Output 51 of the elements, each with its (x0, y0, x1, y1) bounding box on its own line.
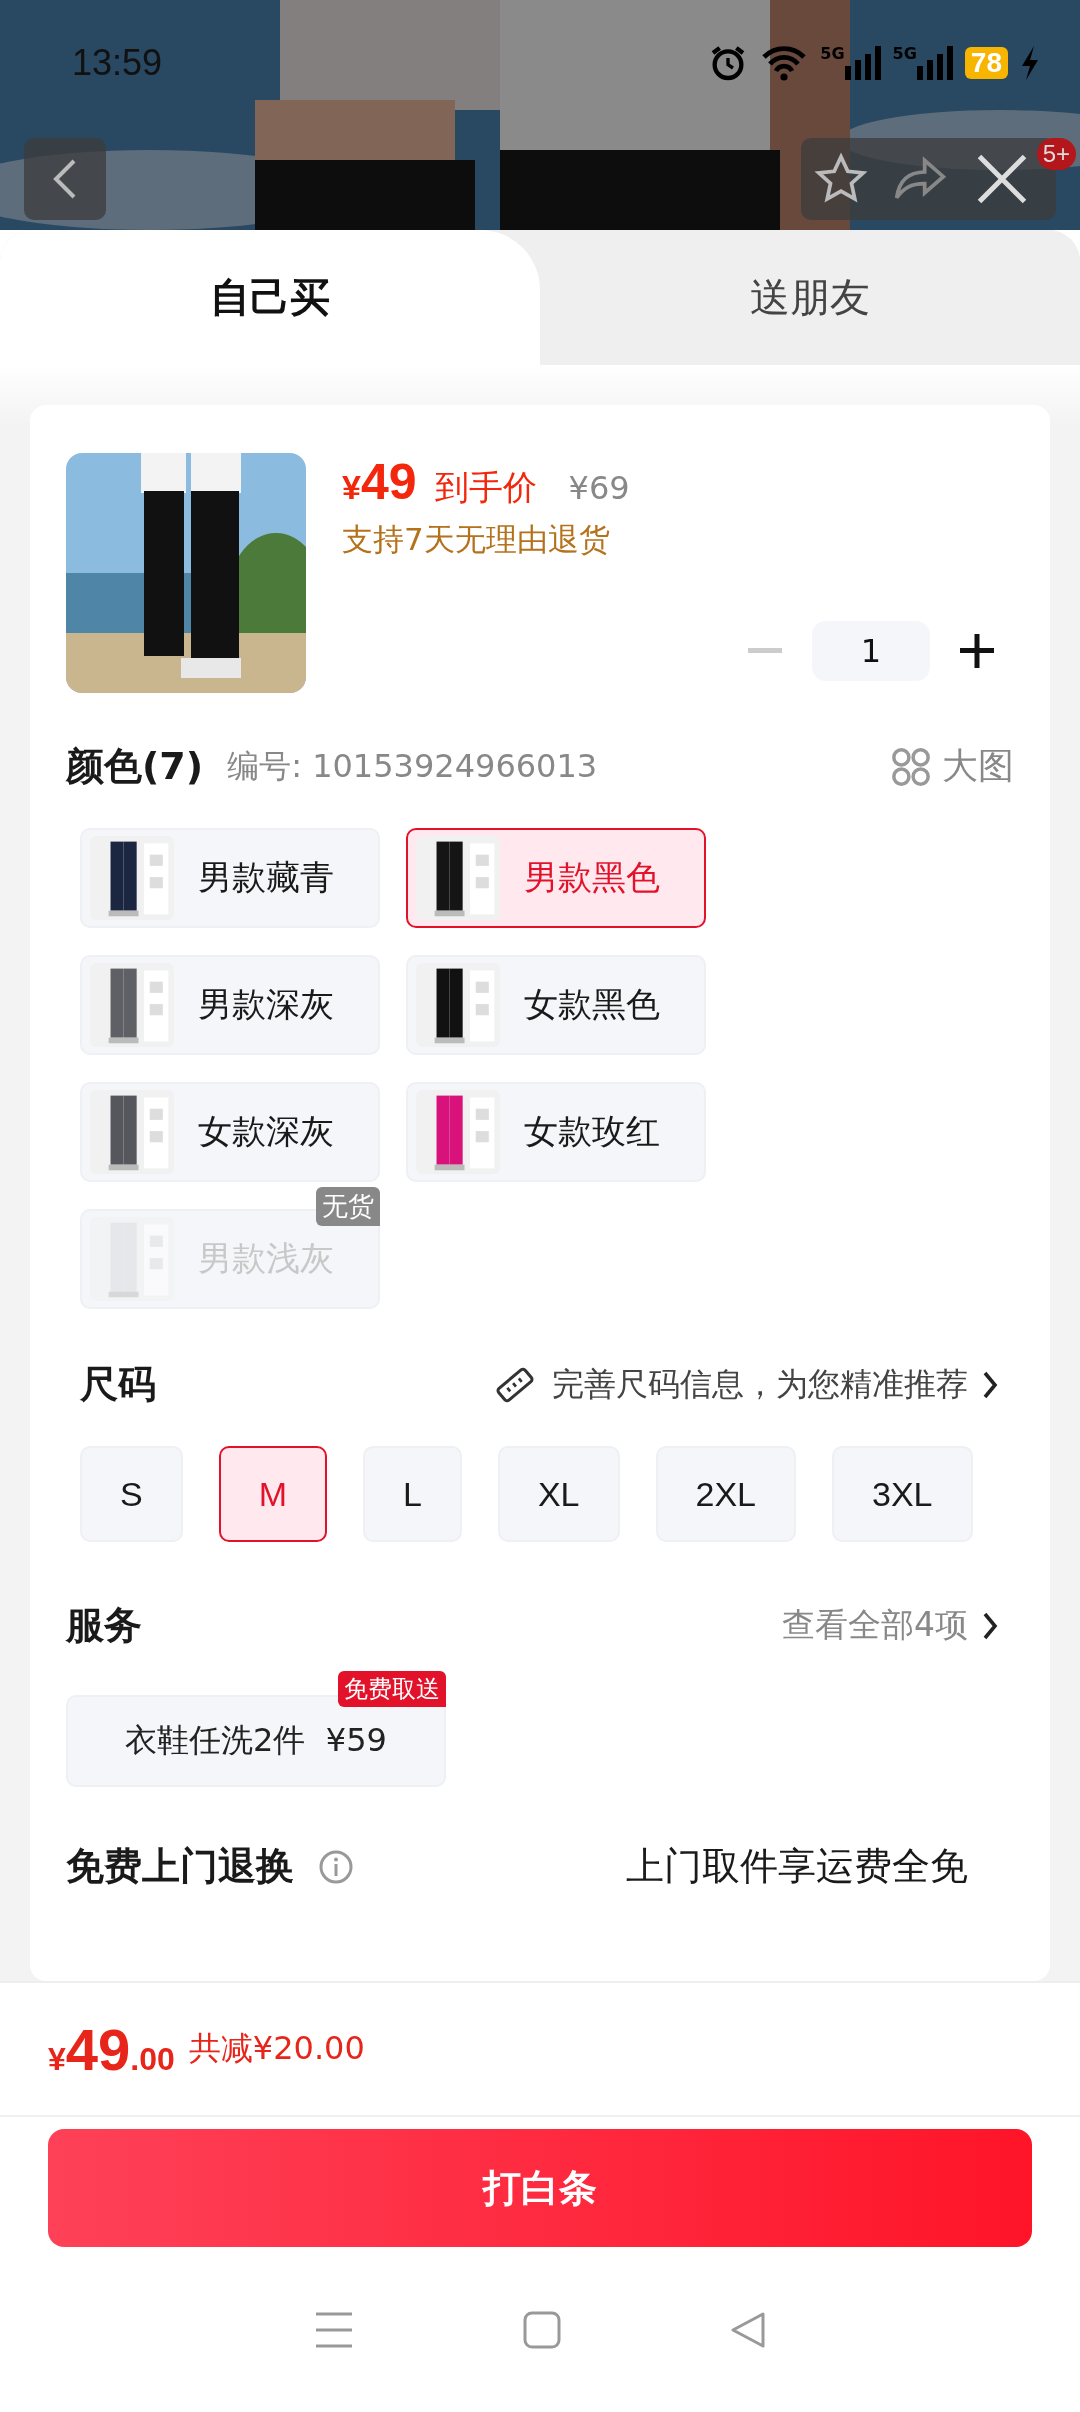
color-option[interactable]: 男款黑色 (406, 828, 706, 928)
signal-icon (844, 46, 881, 80)
return-policy: 支持7天无理由退货 (342, 520, 611, 559)
quantity-field[interactable]: 1 (812, 621, 930, 681)
info-icon[interactable] (318, 1848, 354, 1885)
home-icon[interactable] (523, 2310, 561, 2349)
sold-out-badge: 无货 (316, 1187, 380, 1226)
tab[interactable]: 自己买 (0, 230, 540, 365)
size-option[interactable]: 2XL (655, 1446, 797, 1542)
notification-badge: 5+ (1036, 138, 1076, 170)
section-title: 颜色(7) (66, 743, 204, 790)
chevron-right-icon (982, 1369, 998, 1400)
original-price: ¥69 (568, 469, 630, 507)
menu-icon[interactable] (314, 2310, 355, 2349)
gallery-link[interactable]: 大图 (942, 742, 1014, 791)
color-option[interactable]: 女款玫红 (406, 1082, 706, 1182)
size-hint-link[interactable]: 完善尺码信息，为您精准推荐 (552, 1362, 968, 1407)
color-option[interactable]: 男款深灰 (80, 955, 380, 1055)
section-title: 服务 (66, 1602, 142, 1649)
size-option[interactable]: XL (497, 1446, 620, 1542)
discount-text: 共减¥20.00 (188, 2028, 365, 2069)
color-option[interactable]: 女款黑色 (406, 955, 706, 1055)
plus-icon (960, 634, 994, 668)
wifi-icon (760, 43, 809, 83)
service-badge: 免费取送 (338, 1671, 446, 1707)
minus-icon (748, 648, 782, 654)
pay-button[interactable]: 打白条 (48, 2129, 1032, 2247)
chevron-right-icon (982, 1610, 998, 1641)
network-type: 5G (892, 46, 917, 62)
size-option[interactable]: L (363, 1446, 462, 1542)
section-title: 免费上门退换 (66, 1843, 294, 1890)
back-button[interactable] (24, 138, 106, 220)
battery-level: 78 (964, 47, 1008, 79)
total-price: ¥49.00 (48, 2015, 175, 2083)
signal-icon (916, 46, 953, 80)
network-type: 5G (820, 46, 845, 62)
price-label: 到手价 (434, 466, 537, 509)
charging-icon (1020, 46, 1040, 80)
section-title: 尺码 (80, 1361, 156, 1408)
color-option[interactable]: 女款深灰 (80, 1082, 380, 1182)
product-code: 编号: 10153924966013 (227, 745, 598, 787)
grid-icon[interactable] (890, 745, 932, 788)
status-time: 13:59 (72, 42, 163, 84)
view-all-link[interactable]: 查看全部4项 (782, 1603, 968, 1648)
return-note: 上门取件享运费全免 (626, 1843, 968, 1890)
size-option[interactable]: M (218, 1446, 327, 1542)
back-icon[interactable] (729, 2310, 766, 2349)
color-option[interactable]: 男款藏青 (80, 828, 380, 928)
size-option[interactable]: 3XL (832, 1446, 973, 1542)
price: ¥49 (342, 453, 417, 511)
size-option[interactable]: S (80, 1446, 183, 1542)
